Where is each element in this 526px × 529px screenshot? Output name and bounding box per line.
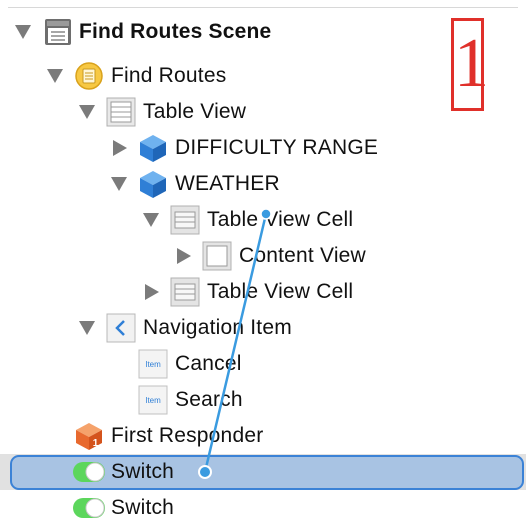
outlet-connection-line [198, 208, 272, 479]
connection-end-dot [198, 465, 212, 479]
connection-start-dot [260, 208, 272, 220]
annotation-marker: 1 [451, 18, 489, 111]
